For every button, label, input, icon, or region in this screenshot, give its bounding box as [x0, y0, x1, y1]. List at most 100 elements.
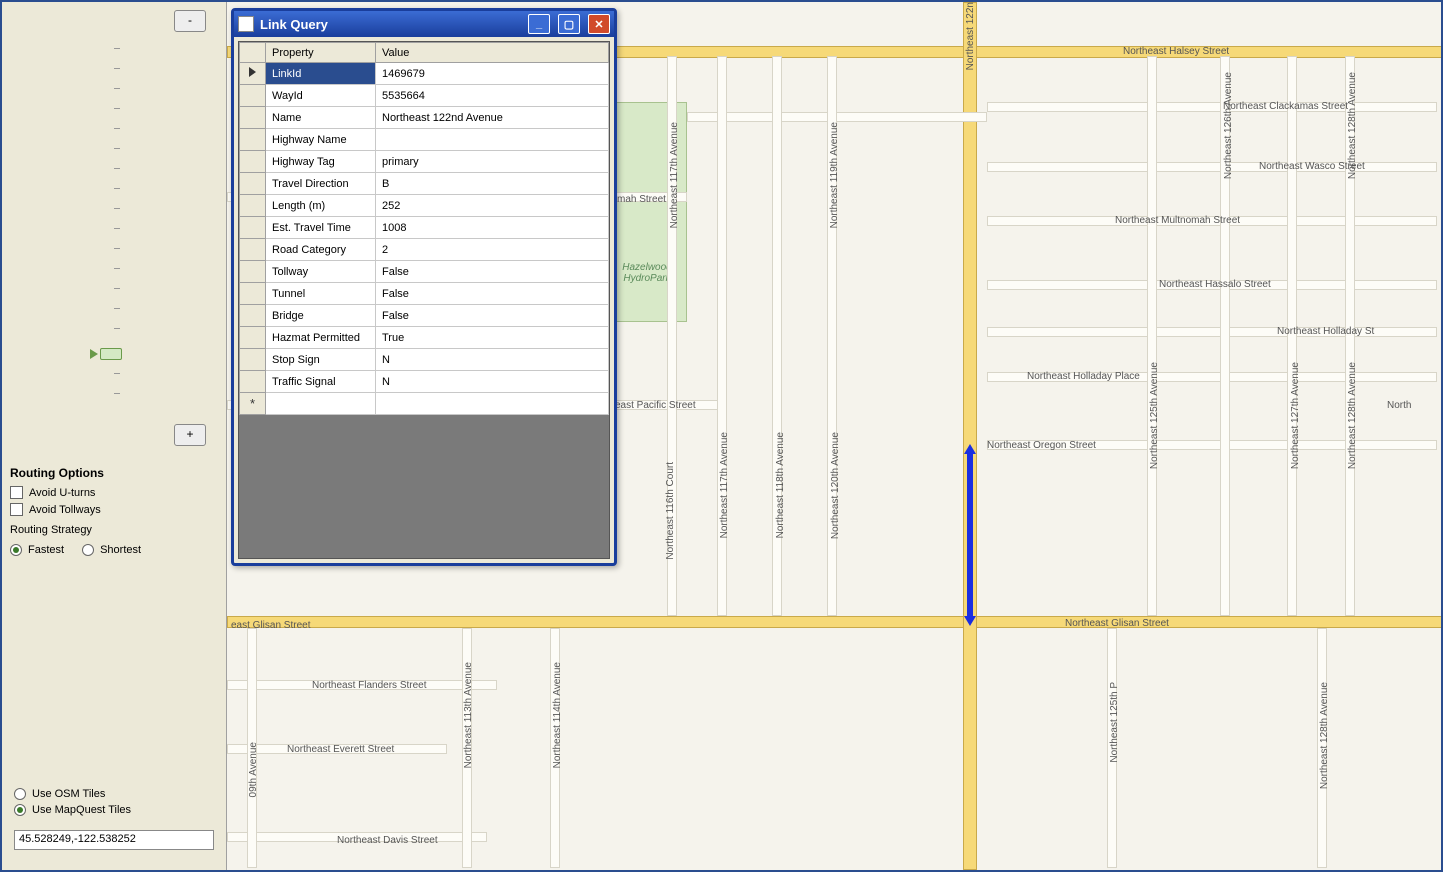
strategy-fastest-row[interactable]: Fastest — [10, 544, 64, 556]
cell-property[interactable]: Traffic Signal — [266, 371, 376, 393]
link-query-dialog[interactable]: Link Query _ ▢ ✕ Property Value LinkId14… — [231, 8, 617, 566]
cell-property[interactable]: LinkId — [266, 63, 376, 85]
cell-value[interactable]: 5535664 — [376, 85, 609, 107]
grid-row[interactable]: Est. Travel Time1008 — [240, 217, 609, 239]
cell-property[interactable]: Tollway — [266, 261, 376, 283]
zoom-in-button[interactable]: + — [174, 424, 206, 446]
cell-value[interactable]: 1008 — [376, 217, 609, 239]
row-header[interactable] — [240, 327, 266, 349]
grid-row[interactable]: Hazmat PermittedTrue — [240, 327, 609, 349]
minimize-button[interactable]: _ — [528, 14, 550, 34]
cell-value[interactable]: primary — [376, 151, 609, 173]
cell-value[interactable]: False — [376, 283, 609, 305]
checkbox-icon[interactable] — [10, 503, 23, 516]
app-icon — [238, 16, 254, 32]
radio-icon[interactable] — [10, 544, 22, 556]
row-header[interactable] — [240, 195, 266, 217]
cell-value[interactable]: 1469679 — [376, 63, 609, 85]
grid-row[interactable]: BridgeFalse — [240, 305, 609, 327]
grid-row[interactable]: WayId5535664 — [240, 85, 609, 107]
fastest-label: Fastest — [28, 544, 64, 556]
checkbox-icon[interactable] — [10, 486, 23, 499]
cell-value[interactable]: False — [376, 261, 609, 283]
cell-property[interactable]: Highway Tag — [266, 151, 376, 173]
zoom-slider-thumb[interactable] — [100, 348, 122, 360]
maximize-button[interactable]: ▢ — [558, 14, 580, 34]
selected-link-segment[interactable] — [967, 452, 973, 620]
strategy-shortest-row[interactable]: Shortest — [82, 544, 141, 556]
cell-property[interactable]: Est. Travel Time — [266, 217, 376, 239]
property-grid[interactable]: Property Value LinkId1469679WayId5535664… — [238, 41, 610, 559]
cell-property[interactable]: Tunnel — [266, 283, 376, 305]
col-property[interactable]: Property — [266, 43, 376, 63]
row-header[interactable] — [240, 371, 266, 393]
cell-value[interactable]: Northeast 122nd Avenue — [376, 107, 609, 129]
cell-value[interactable] — [376, 393, 609, 415]
zoom-slider-track[interactable] — [104, 38, 124, 418]
dialog-title: Link Query — [260, 17, 520, 32]
radio-icon[interactable] — [14, 804, 26, 816]
row-header[interactable] — [240, 107, 266, 129]
avoid-uturns-row[interactable]: Avoid U-turns — [10, 486, 218, 499]
cell-value[interactable]: N — [376, 349, 609, 371]
street-label: Northeast Davis Street — [337, 835, 438, 846]
cell-property[interactable]: Length (m) — [266, 195, 376, 217]
grid-row[interactable]: LinkId1469679 — [240, 63, 609, 85]
cell-property[interactable]: Hazmat Permitted — [266, 327, 376, 349]
coordinates-field[interactable]: 45.528249,-122.538252 — [14, 830, 214, 850]
cell-value[interactable]: True — [376, 327, 609, 349]
radio-icon[interactable] — [14, 788, 26, 800]
row-header[interactable] — [240, 239, 266, 261]
grid-row[interactable]: Length (m)252 — [240, 195, 609, 217]
grid-row[interactable]: Travel DirectionB — [240, 173, 609, 195]
cell-property[interactable]: Stop Sign — [266, 349, 376, 371]
cell-property[interactable]: Name — [266, 107, 376, 129]
grid-row[interactable]: Road Category2 — [240, 239, 609, 261]
close-button[interactable]: ✕ — [588, 14, 610, 34]
grid-row[interactable]: Traffic SignalN — [240, 371, 609, 393]
cell-value[interactable]: 2 — [376, 239, 609, 261]
row-header[interactable] — [240, 151, 266, 173]
grid-corner[interactable] — [240, 43, 266, 63]
row-header[interactable] — [240, 283, 266, 305]
grid-row[interactable]: Highway Name — [240, 129, 609, 151]
row-header[interactable] — [240, 63, 266, 85]
radio-icon[interactable] — [82, 544, 94, 556]
road-minor — [687, 112, 987, 122]
osm-tiles-row[interactable]: Use OSM Tiles — [14, 788, 131, 800]
row-header[interactable] — [240, 261, 266, 283]
grid-row[interactable]: Stop SignN — [240, 349, 609, 371]
row-header[interactable] — [240, 349, 266, 371]
cell-property[interactable] — [266, 393, 376, 415]
street-label: Northeast 122n — [965, 2, 976, 70]
avoid-tollways-row[interactable]: Avoid Tollways — [10, 503, 218, 516]
zoom-out-button[interactable]: - — [174, 10, 206, 32]
road-glisan — [227, 616, 1441, 628]
cell-property[interactable]: WayId — [266, 85, 376, 107]
row-header[interactable] — [240, 85, 266, 107]
cell-property[interactable]: Bridge — [266, 305, 376, 327]
cell-value[interactable]: B — [376, 173, 609, 195]
row-header[interactable] — [240, 129, 266, 151]
road-minor — [987, 162, 1437, 172]
row-header[interactable] — [240, 217, 266, 239]
cell-property[interactable]: Highway Name — [266, 129, 376, 151]
street-label: Northeast Holladay St — [1277, 326, 1374, 337]
cell-property[interactable]: Travel Direction — [266, 173, 376, 195]
mapquest-tiles-row[interactable]: Use MapQuest Tiles — [14, 804, 131, 816]
grid-row[interactable]: Highway Tagprimary — [240, 151, 609, 173]
dialog-titlebar[interactable]: Link Query _ ▢ ✕ — [234, 11, 614, 37]
row-header[interactable] — [240, 173, 266, 195]
cell-value[interactable]: N — [376, 371, 609, 393]
row-header[interactable] — [240, 305, 266, 327]
col-value[interactable]: Value — [376, 43, 609, 63]
cell-value[interactable] — [376, 129, 609, 151]
cell-property[interactable]: Road Category — [266, 239, 376, 261]
grid-row[interactable]: TunnelFalse — [240, 283, 609, 305]
row-header[interactable]: * — [240, 393, 266, 415]
grid-row[interactable]: TollwayFalse — [240, 261, 609, 283]
cell-value[interactable]: False — [376, 305, 609, 327]
grid-row[interactable]: NameNortheast 122nd Avenue — [240, 107, 609, 129]
grid-new-row[interactable]: * — [240, 393, 609, 415]
cell-value[interactable]: 252 — [376, 195, 609, 217]
